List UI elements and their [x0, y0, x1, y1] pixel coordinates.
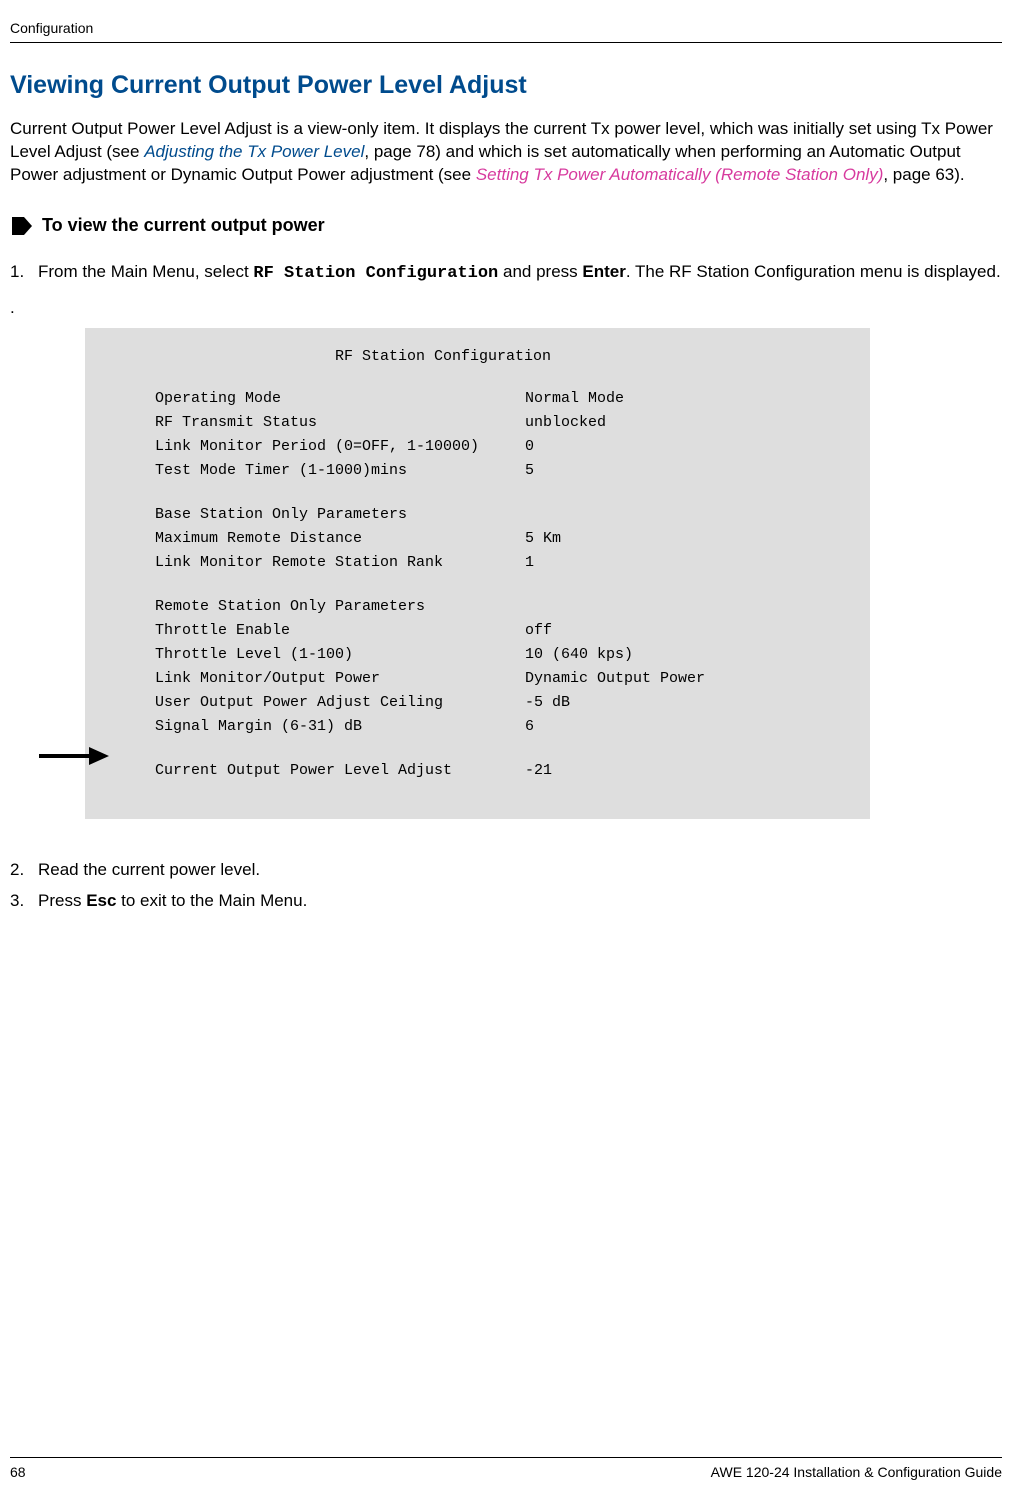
config-label: Throttle Enable	[155, 619, 525, 643]
step-3-pre: Press	[38, 891, 86, 910]
remote-header: Remote Station Only Parameters	[155, 595, 842, 619]
section-label: Configuration	[10, 20, 93, 36]
config-row: Link Monitor Period (0=OFF, 1-10000)0	[155, 435, 842, 459]
config-label: Operating Mode	[155, 387, 525, 411]
callout-arrow-icon	[39, 747, 109, 765]
config-value: Normal Mode	[525, 387, 624, 411]
step-3-body: Press Esc to exit to the Main Menu.	[38, 888, 307, 914]
config-label: Throttle Level (1-100)	[155, 643, 525, 667]
step-number: 2.	[10, 857, 38, 883]
config-row: Test Mode Timer (1-1000)mins5	[155, 459, 842, 483]
config-label: Link Monitor/Output Power	[155, 667, 525, 691]
pentagon-arrow-icon	[10, 215, 32, 237]
page-number: 68	[10, 1464, 26, 1480]
step-1-post: . The RF Station Configuration menu is d…	[626, 262, 1001, 281]
page-footer: 68 AWE 120-24 Installation & Configurati…	[10, 1457, 1002, 1480]
stray-dot: .	[10, 298, 1002, 318]
config-label: User Output Power Adjust Ceiling	[155, 691, 525, 715]
step-1-pre: From the Main Menu, select	[38, 262, 253, 281]
config-value: 0	[525, 435, 534, 459]
step-3-bold: Esc	[86, 891, 116, 910]
config-label: Remote Station Only Parameters	[155, 595, 525, 619]
step-number: 1.	[10, 261, 38, 286]
terminal-screen: RF Station Configuration Operating ModeN…	[85, 328, 870, 819]
step-list: 1. From the Main Menu, select RF Station…	[10, 261, 1002, 286]
current-output-row: Current Output Power Level Adjust-21	[155, 759, 842, 783]
step-1-mid: and press	[498, 262, 582, 281]
link-setting-tx-power-auto[interactable]: Setting Tx Power Automatically (Remote S…	[476, 165, 884, 184]
config-row: Throttle Enableoff	[155, 619, 842, 643]
terminal-screen-wrapper: RF Station Configuration Operating ModeN…	[85, 328, 1002, 819]
footer-divider	[10, 1457, 1002, 1458]
config-value: unblocked	[525, 411, 606, 435]
config-row: Signal Margin (6-31) dB 6	[155, 715, 842, 739]
content-area: Viewing Current Output Power Level Adjus…	[0, 43, 1012, 914]
config-value: -21	[525, 759, 552, 783]
step-number: 3.	[10, 888, 38, 914]
config-label: Signal Margin (6-31) dB	[155, 715, 525, 739]
config-value: 10 (640 kps)	[525, 643, 633, 667]
screen-title: RF Station Configuration	[155, 348, 842, 365]
config-row: User Output Power Adjust Ceiling-5 dB	[155, 691, 842, 715]
config-row: Throttle Level (1-100)10 (640 kps)	[155, 643, 842, 667]
config-row: Link Monitor Remote Station Rank1	[155, 551, 842, 575]
step-1: 1. From the Main Menu, select RF Station…	[10, 261, 1002, 286]
link-adjusting-tx-power[interactable]: Adjusting the Tx Power Level	[144, 142, 364, 161]
config-value: off	[525, 619, 552, 643]
config-row: Operating ModeNormal Mode	[155, 387, 842, 411]
config-row: RF Transmit Statusunblocked	[155, 411, 842, 435]
step-list-continued: 2. Read the current power level. 3. Pres…	[10, 857, 1002, 914]
step-1-body: From the Main Menu, select RF Station Co…	[38, 261, 1001, 286]
config-value: 5	[525, 459, 534, 483]
config-value: Dynamic Output Power	[525, 667, 705, 691]
config-value: 1	[525, 551, 534, 575]
base-header: Base Station Only Parameters	[155, 503, 842, 527]
page-header: Configuration	[10, 0, 1002, 36]
step-2: 2. Read the current power level.	[10, 857, 1002, 883]
step-3-post: to exit to the Main Menu.	[116, 891, 307, 910]
page-title: Viewing Current Output Power Level Adjus…	[10, 71, 1002, 100]
config-label: Link Monitor Period (0=OFF, 1-10000)	[155, 435, 525, 459]
config-label: Maximum Remote Distance	[155, 527, 525, 551]
config-label: Link Monitor Remote Station Rank	[155, 551, 525, 575]
step-1-bold: Enter	[582, 262, 625, 281]
config-value: 5 Km	[525, 527, 561, 551]
config-row: Link Monitor/Output PowerDynamic Output …	[155, 667, 842, 691]
guide-title: AWE 120-24 Installation & Configuration …	[711, 1464, 1002, 1480]
config-label: Base Station Only Parameters	[155, 503, 525, 527]
config-label: Current Output Power Level Adjust	[155, 759, 525, 783]
step-3: 3. Press Esc to exit to the Main Menu.	[10, 888, 1002, 914]
subheading-row: To view the current output power	[10, 215, 1002, 237]
procedure-subheading: To view the current output power	[42, 215, 325, 236]
config-label: RF Transmit Status	[155, 411, 525, 435]
intro-text-3: , page 63).	[883, 165, 964, 184]
config-row: Maximum Remote Distance5 Km	[155, 527, 842, 551]
step-2-text: Read the current power level.	[38, 857, 260, 883]
config-value: 6	[525, 715, 534, 739]
intro-paragraph: Current Output Power Level Adjust is a v…	[10, 118, 1002, 187]
step-1-code: RF Station Configuration	[253, 264, 498, 283]
config-value: -5 dB	[525, 691, 570, 715]
config-label: Test Mode Timer (1-1000)mins	[155, 459, 525, 483]
